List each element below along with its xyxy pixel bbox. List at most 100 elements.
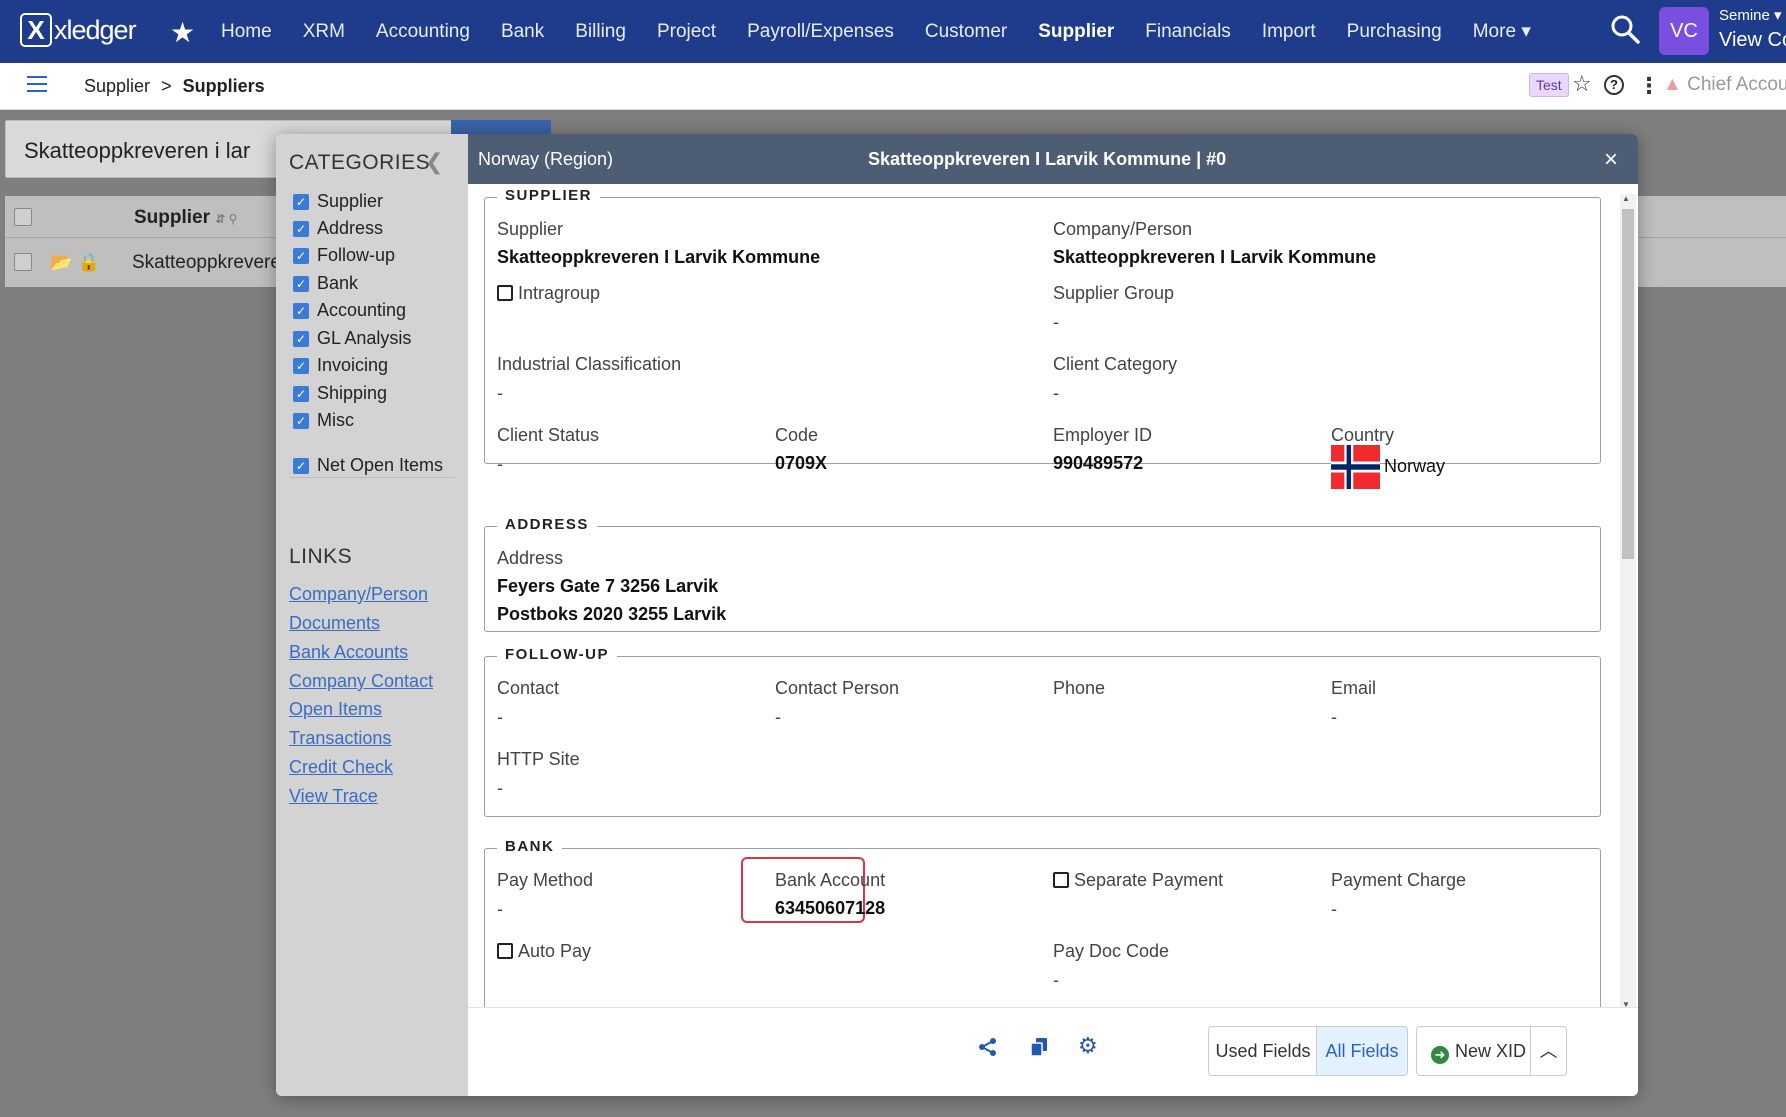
pay-method-label: Pay Method <box>497 870 594 890</box>
link-bank-accounts[interactable]: Bank Accounts <box>289 642 408 663</box>
nav-purchasing[interactable]: Purchasing <box>1347 21 1442 43</box>
supplier-value: Skatteoppkreveren I Larvik Kommune <box>497 247 821 267</box>
supplier-label: Supplier <box>497 219 564 239</box>
checkbox-checked-icon[interactable]: ✓ <box>293 193 309 210</box>
nav-xrm[interactable]: XRM <box>303 21 345 43</box>
nav-payroll-expenses[interactable]: Payroll/Expenses <box>747 21 894 43</box>
category-invoicing[interactable]: ✓ Invoicing <box>293 355 388 376</box>
new-xid-label: New XID <box>1455 1041 1527 1061</box>
all-fields-button[interactable]: All Fields <box>1316 1026 1408 1076</box>
role-label: Chief Accou <box>1687 74 1786 95</box>
user-view-company[interactable]: View Co <box>1719 29 1786 52</box>
nav-more[interactable]: More ▾ <box>1473 20 1531 43</box>
close-icon[interactable]: × <box>1604 146 1618 174</box>
category-address[interactable]: ✓ Address <box>293 218 383 239</box>
supplier-detail-dialog: CATEGORIES ❮ ✓ Supplier ✓ Address ✓ Follow-… <box>276 134 1638 1096</box>
category-accounting[interactable]: ✓ Accounting <box>293 300 406 321</box>
norway-flag-icon <box>1331 445 1380 489</box>
category-gl-analysis-label: GL Analysis <box>317 328 412 348</box>
share-icon[interactable] <box>978 1037 998 1057</box>
new-xid-button[interactable]: ➜ New XID <box>1416 1026 1531 1076</box>
company-person-label: Company/Person <box>1053 219 1193 239</box>
search-icon[interactable] <box>1610 14 1640 44</box>
auto-pay-checkbox[interactable]: Auto Pay <box>497 941 591 962</box>
link-documents[interactable]: Documents <box>289 613 380 634</box>
scrollbar-thumb[interactable] <box>1622 209 1634 559</box>
employer-id-value: 990489572 <box>1053 453 1144 473</box>
category-gl-analysis[interactable]: ✓ GL Analysis <box>293 328 411 349</box>
link-credit-check[interactable]: Credit Check <box>289 757 393 778</box>
link-open-items[interactable]: Open Items <box>289 699 382 720</box>
checkbox-checked-icon[interactable]: ✓ <box>293 275 309 292</box>
collapse-panel-chevron-left-icon[interactable]: ❮ <box>425 149 443 175</box>
select-all-checkbox[interactable] <box>14 208 32 226</box>
sort-icon[interactable]: ⇵ ⚲ <box>215 212 237 226</box>
dialog-title: Skatteoppkreveren I Larvik Kommune | #0 <box>868 149 1227 169</box>
scroll-up-arrow-icon[interactable]: ▲ <box>1622 194 1630 203</box>
bookmark-star-icon[interactable]: ☆ <box>1572 71 1592 97</box>
country-field: Norway <box>1331 445 1445 489</box>
checkbox-unchecked-icon[interactable] <box>497 285 513 301</box>
nav-customer[interactable]: Customer <box>925 21 1007 43</box>
row-checkbox[interactable] <box>14 253 32 271</box>
more-options-icon[interactable]: ⋮ <box>1638 73 1660 99</box>
category-shipping[interactable]: ✓ Shipping <box>293 383 387 404</box>
help-icon[interactable]: ? <box>1604 75 1624 95</box>
address-line-2: Postboks 2020 3255 Larvik <box>497 604 727 624</box>
checkbox-checked-icon[interactable]: ✓ <box>293 457 309 474</box>
nav-billing[interactable]: Billing <box>575 21 626 43</box>
expand-chevron-up-icon[interactable]: ︿ <box>1530 1026 1567 1076</box>
nav-project[interactable]: Project <box>657 21 716 43</box>
pay-doc-code-label: Pay Doc Code <box>1053 941 1170 961</box>
avatar[interactable]: VC <box>1659 7 1709 55</box>
category-follow-up[interactable]: ✓ Follow-up <box>293 245 395 266</box>
xledger-logo[interactable]: X xledger <box>20 13 137 47</box>
intragroup-checkbox[interactable]: Intragroup <box>497 283 600 304</box>
nav-financials[interactable]: Financials <box>1145 21 1231 43</box>
checkbox-checked-icon[interactable]: ✓ <box>293 385 309 402</box>
breadcrumb-parent[interactable]: Supplier <box>84 76 150 96</box>
used-fields-button[interactable]: Used Fields <box>1208 1026 1317 1076</box>
separate-payment-checkbox[interactable]: Separate Payment <box>1053 870 1223 891</box>
nav-accounting[interactable]: Accounting <box>376 21 470 43</box>
copy-icon[interactable] <box>1029 1037 1049 1057</box>
checkbox-checked-icon[interactable]: ✓ <box>293 330 309 347</box>
address-section: ADDRESS Address Feyers Gate 7 3256 Larvi… <box>484 516 1601 632</box>
nav-bank[interactable]: Bank <box>501 21 544 43</box>
category-accounting-label: Accounting <box>317 300 407 320</box>
category-bank[interactable]: ✓ Bank <box>293 273 358 294</box>
checkbox-checked-icon[interactable]: ✓ <box>293 247 309 264</box>
link-view-trace[interactable]: View Trace <box>289 786 378 807</box>
link-company-contact[interactable]: Company Contact <box>289 671 433 692</box>
folder-open-icon[interactable]: 📂 <box>50 252 72 272</box>
user-role[interactable]: ▲ Chief Accou <box>1663 74 1786 96</box>
category-misc[interactable]: ✓ Misc <box>293 410 354 431</box>
dialog-header: Norway (Region) Skatteoppkreveren I Larv… <box>468 134 1638 184</box>
checkbox-checked-icon[interactable]: ✓ <box>293 220 309 237</box>
phone-label: Phone <box>1053 678 1106 698</box>
link-company-person[interactable]: Company/Person <box>289 584 428 605</box>
follow-up-section: FOLLOW-UP Contact - Contact Person - Pho… <box>484 646 1601 817</box>
links-title: LINKS <box>289 545 353 568</box>
nav-import[interactable]: Import <box>1262 21 1316 43</box>
hamburger-menu-icon[interactable] <box>27 76 47 97</box>
favorites-star-icon[interactable]: ★ <box>170 16 195 49</box>
link-transactions[interactable]: Transactions <box>289 728 391 749</box>
breadcrumb-bar: Supplier > Suppliers Test ☆ ? ⋮ ▲ Chief … <box>0 63 1786 110</box>
nav-supplier[interactable]: Supplier <box>1038 21 1114 43</box>
http-site-value: - <box>497 778 503 798</box>
breadcrumb-current: Suppliers <box>182 76 265 96</box>
row-icons: 📂 🔒 <box>50 252 100 273</box>
bank-account-value: 63450607128 <box>775 898 886 918</box>
column-header-supplier[interactable]: Supplier ⇵ ⚲ <box>134 207 237 229</box>
settings-gear-icon[interactable]: ⚙ <box>1078 1033 1098 1059</box>
checkbox-checked-icon[interactable]: ✓ <box>293 357 309 374</box>
user-name[interactable]: Semine ▾ <box>1719 6 1782 24</box>
category-net-open-items[interactable]: ✓ Net Open Items <box>293 455 443 476</box>
nav-home[interactable]: Home <box>221 21 272 43</box>
category-supplier[interactable]: ✓ Supplier <box>293 191 383 212</box>
checkbox-checked-icon[interactable]: ✓ <box>293 412 309 429</box>
checkbox-unchecked-icon[interactable] <box>1053 872 1069 888</box>
checkbox-unchecked-icon[interactable] <box>497 943 513 959</box>
checkbox-checked-icon[interactable]: ✓ <box>293 302 309 319</box>
